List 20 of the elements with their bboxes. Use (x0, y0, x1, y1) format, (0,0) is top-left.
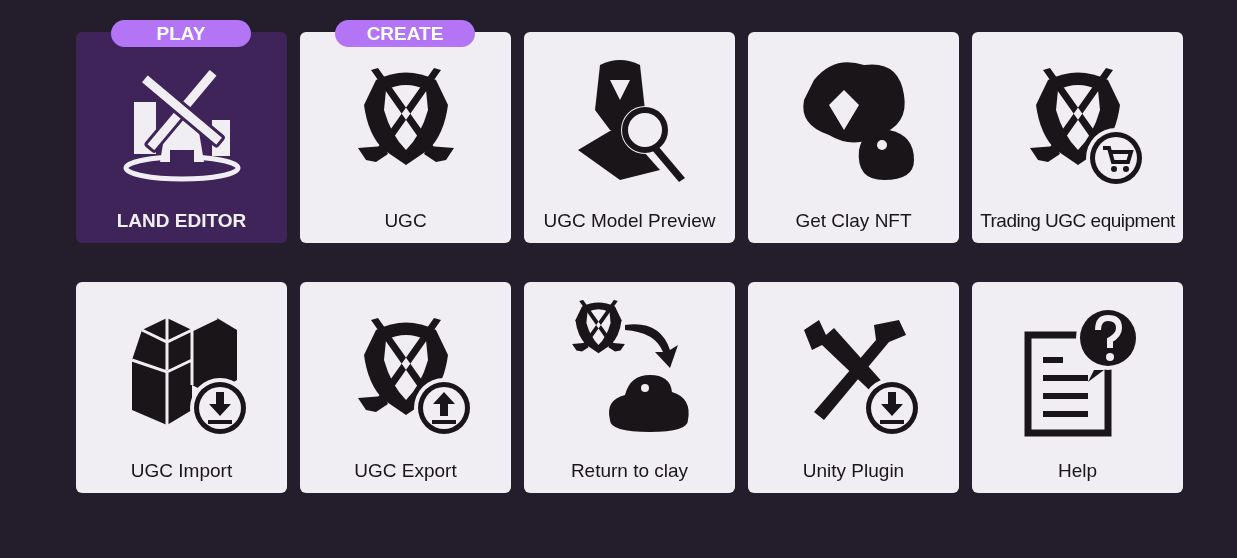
tile-label: LAND EDITOR (116, 209, 247, 233)
menu-tile[interactable]: Return to clay (524, 282, 735, 493)
tile-label: Help (1057, 459, 1098, 483)
menu-tile[interactable]: Help (972, 282, 1183, 493)
menu-tile[interactable]: Trading UGC equipment (972, 32, 1183, 243)
tile-label: UGC Import (130, 459, 233, 483)
tile-label: UGC (384, 209, 427, 233)
menu-tile[interactable]: UGC Export (300, 282, 511, 493)
menu-tile[interactable]: UGC Model Preview (524, 32, 735, 243)
tile-label: Unity Plugin (802, 459, 905, 483)
tile-label: Trading UGC equipment (980, 209, 1175, 233)
menu-tile[interactable]: Unity Plugin (748, 282, 959, 493)
tile-label: Get Clay NFT (795, 209, 912, 233)
tile-badge: PLAY (111, 20, 251, 47)
tile-badge: CREATE (335, 20, 475, 47)
menu-tile[interactable]: Get Clay NFT (748, 32, 959, 243)
tile-label: UGC Export (354, 459, 457, 483)
menu-tile[interactable]: UGC Import (76, 282, 287, 493)
tile-label: Return to clay (570, 459, 689, 483)
tile-label: UGC Model Preview (543, 209, 716, 233)
